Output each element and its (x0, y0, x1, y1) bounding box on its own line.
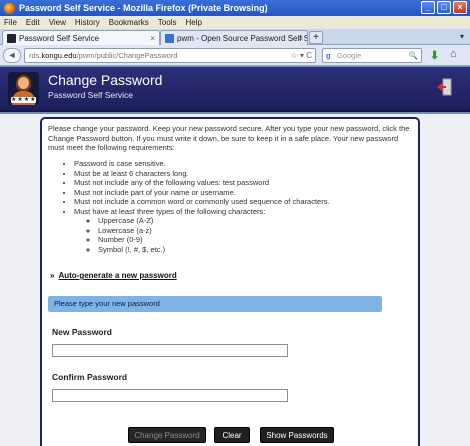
list-all-tabs-icon[interactable]: ▾ (460, 32, 464, 41)
show-passwords-button[interactable]: Show Passwords (260, 427, 334, 443)
char-type-item: Lowercase (a-z) (98, 226, 330, 236)
search-placeholder: Google (337, 51, 362, 60)
close-window-button[interactable]: × (453, 1, 467, 14)
menu-bookmarks[interactable]: Bookmarks (109, 18, 149, 27)
menu-tools[interactable]: Tools (158, 18, 177, 27)
url-path: /pwm/public/ChangePassword (76, 51, 178, 60)
maximize-button[interactable]: □ (437, 1, 451, 14)
new-password-label: New Password (52, 327, 112, 337)
instructions-text: Please change your password. Keep your n… (48, 124, 410, 152)
autogen-arrow: » (50, 271, 55, 280)
autogen-password-link[interactable]: Auto-generate a new password (58, 271, 176, 280)
pwm-site-favicon-icon (165, 33, 174, 43)
char-type-item: Uppercase (A-Z) (98, 216, 330, 226)
change-password-button[interactable]: Change Password (128, 427, 206, 443)
requirement-item: Password is case sensitive. (74, 159, 330, 169)
new-tab-button[interactable]: + (309, 31, 323, 44)
url-bar-icons[interactable]: ☆ ▾ C (291, 49, 312, 62)
requirement-item: Must not include a common word or common… (74, 197, 330, 207)
url-prefix: rds. (29, 51, 42, 60)
menu-help[interactable]: Help (185, 18, 201, 27)
tab-pwm-open-source[interactable]: pwm - Open Source Password Self Servic..… (160, 30, 308, 45)
url-domain: kongu.edu (41, 51, 77, 60)
new-password-field[interactable] (52, 344, 288, 357)
page-subtitle: Password Self Service (48, 90, 134, 100)
pwm-favicon-icon (7, 33, 16, 43)
tab-label: pwm - Open Source Password Self Servic..… (177, 33, 307, 43)
menu-bar: File Edit View History Bookmarks Tools H… (0, 16, 470, 29)
window-titlebar: Password Self Service - Mozilla Firefox … (0, 0, 470, 16)
status-message: Please type your new password (48, 296, 382, 312)
requirement-item: Must not include part of your name or us… (74, 188, 330, 198)
char-type-item: Number (0-9) (98, 235, 330, 245)
character-types-list: Uppercase (A-Z) Lowercase (a-z) Number (… (88, 216, 330, 254)
menu-view[interactable]: View (49, 18, 66, 27)
tab-bar: Password Self Service × pwm - Open Sourc… (0, 29, 470, 45)
logout-icon[interactable] (436, 78, 452, 96)
tab-password-self-service[interactable]: Password Self Service × (2, 30, 160, 45)
char-type-item: Symbol (!, #, $, etc.) (98, 245, 330, 255)
search-input[interactable]: g Google 🔍 (322, 48, 422, 63)
requirement-item: Must be at least 6 characters long. (74, 169, 330, 179)
change-password-panel: Please change your password. Keep your n… (40, 117, 420, 446)
requirement-text: Must have at least three types of the fo… (74, 206, 266, 216)
page-header: ★★★★ Change Password Password Self Servi… (0, 67, 470, 112)
password-mask: ★★★★ (11, 97, 37, 103)
back-button[interactable]: ◄ (3, 48, 21, 63)
user-avatar-icon: ★★★★ (8, 72, 39, 105)
confirm-password-label: Confirm Password (52, 372, 128, 382)
download-icon[interactable]: ⬇ (430, 49, 439, 62)
firefox-logo-icon (4, 2, 15, 14)
confirm-password-field[interactable] (52, 389, 288, 402)
close-tab-icon[interactable]: × (298, 34, 303, 43)
requirement-item: Must not include any of the following va… (74, 178, 330, 188)
autogen-row: » Auto-generate a new password (50, 271, 177, 280)
password-requirements: Password is case sensitive. Must be at l… (64, 159, 330, 254)
window-controls: _ □ × (421, 1, 467, 14)
navigation-bar: ◄ rds.kongu.edu/pwm/public/ChangePasswor… (0, 45, 470, 66)
home-icon[interactable]: ⌂ (450, 48, 457, 60)
requirement-item: Must have at least three types of the fo… (74, 207, 330, 255)
tab-label: Password Self Service (19, 33, 100, 43)
close-tab-icon[interactable]: × (150, 34, 155, 43)
search-icon[interactable]: 🔍 (409, 49, 418, 62)
url-bar[interactable]: rds.kongu.edu/pwm/public/ChangePassword … (24, 48, 316, 63)
menu-edit[interactable]: Edit (26, 18, 40, 27)
page-title: Change Password (48, 72, 163, 88)
menu-file[interactable]: File (4, 18, 17, 27)
clear-button[interactable]: Clear (214, 427, 250, 443)
window-title: Password Self Service - Mozilla Firefox … (19, 3, 268, 13)
minimize-button[interactable]: _ (421, 1, 435, 14)
menu-history[interactable]: History (75, 18, 100, 27)
google-icon[interactable]: g (326, 49, 331, 62)
